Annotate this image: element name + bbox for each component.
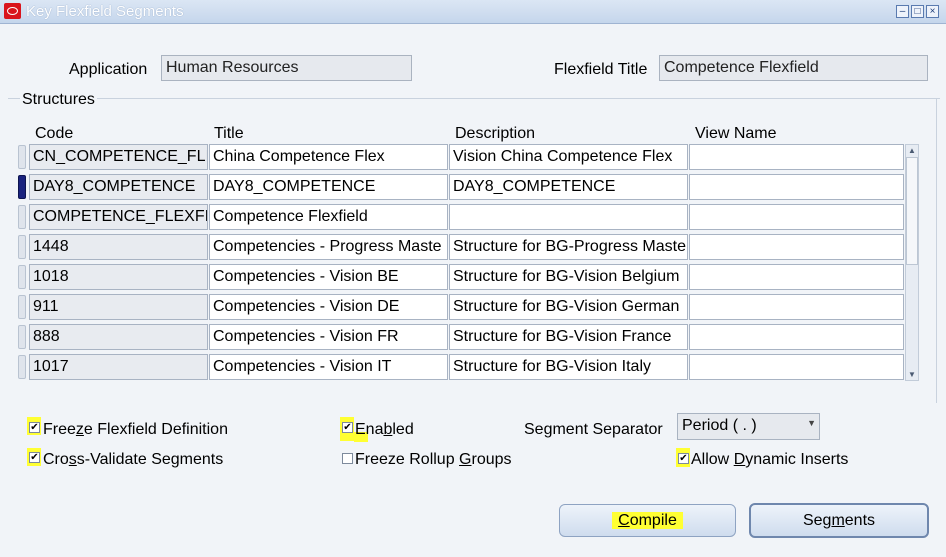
cross-validate-checkbox[interactable]: ✔ xyxy=(29,452,40,463)
cell-view-name[interactable] xyxy=(689,234,904,260)
freeze-rollup-label: Freeze Rollup Groups xyxy=(355,451,512,468)
segments-button-label: Segments xyxy=(802,512,876,529)
enabled-checkbox[interactable]: ✔ xyxy=(342,422,353,433)
cell-title[interactable]: Competence Flexfield xyxy=(209,204,448,230)
chevron-down-icon: ▼ xyxy=(807,418,816,428)
cell-description[interactable]: Structure for BG-Progress Maste xyxy=(449,234,688,260)
row-selector[interactable] xyxy=(18,175,26,199)
row-selector[interactable] xyxy=(18,145,26,169)
allow-dynamic-inserts-checkbox[interactable]: ✔ xyxy=(678,453,689,464)
cell-title[interactable]: Competencies - Vision IT xyxy=(209,354,448,380)
scroll-down-icon[interactable]: ▼ xyxy=(906,369,918,380)
enabled-label: Enabled xyxy=(355,421,414,438)
row-selector[interactable] xyxy=(18,325,26,349)
scroll-up-icon[interactable]: ▲ xyxy=(906,145,918,156)
cell-view-name[interactable] xyxy=(689,324,904,350)
allow-dynamic-inserts-label: Allow Dynamic Inserts xyxy=(691,451,849,468)
segments-button[interactable]: Segments xyxy=(749,503,929,538)
cell-code[interactable]: DAY8_COMPETENCE xyxy=(29,174,208,200)
window-title: Key Flexfield Segments xyxy=(26,3,184,20)
freeze-rollup-checkbox[interactable] xyxy=(342,453,353,464)
cell-view-name[interactable] xyxy=(689,204,904,230)
flexfield-title-field[interactable]: Competence Flexfield xyxy=(659,55,928,81)
column-header-description: Description xyxy=(455,125,536,142)
cell-code[interactable]: 1017 xyxy=(29,354,208,380)
oracle-logo-icon xyxy=(4,3,21,19)
application-label: Application xyxy=(69,61,148,78)
row-selector[interactable] xyxy=(18,235,26,259)
column-header-view-name: View Name xyxy=(695,125,777,142)
vertical-scrollbar[interactable]: ▲ ▼ xyxy=(905,144,919,381)
structures-group-border-right xyxy=(936,98,937,403)
cell-code[interactable]: 1018 xyxy=(29,264,208,290)
structures-group-label: Structures xyxy=(20,91,97,109)
segment-separator-value: Period ( . ) xyxy=(682,417,757,434)
cell-code[interactable]: 888 xyxy=(29,324,208,350)
freeze-definition-checkbox[interactable]: ✔ xyxy=(29,422,40,433)
compile-button[interactable]: Compile xyxy=(559,504,736,537)
application-field[interactable]: Human Resources xyxy=(161,55,412,81)
segment-separator-label: Segment Separator xyxy=(524,421,663,438)
cell-title[interactable]: Competencies - Progress Maste xyxy=(209,234,448,260)
cell-code[interactable]: CN_COMPETENCE_FLI xyxy=(29,144,208,170)
row-selector[interactable] xyxy=(18,295,26,319)
title-bar: Key Flexfield Segments – □ × xyxy=(0,0,946,24)
cell-title[interactable]: Competencies - Vision FR xyxy=(209,324,448,350)
cell-description[interactable]: Vision China Competence Flex xyxy=(449,144,688,170)
cell-title[interactable]: Competencies - Vision DE xyxy=(209,294,448,320)
cell-view-name[interactable] xyxy=(689,294,904,320)
freeze-definition-label: Freeze Flexfield Definition xyxy=(43,421,228,438)
cell-title[interactable]: DAY8_COMPETENCE xyxy=(209,174,448,200)
cross-validate-label: Cross-Validate Segments xyxy=(43,451,224,468)
cell-title[interactable]: China Competence Flex xyxy=(209,144,448,170)
cell-code[interactable]: 1448 xyxy=(29,234,208,260)
cell-view-name[interactable] xyxy=(689,264,904,290)
column-header-title: Title xyxy=(214,125,244,142)
cell-code[interactable]: COMPETENCE_FLEXFI xyxy=(29,204,208,230)
compile-button-label: Compile xyxy=(612,512,683,529)
close-icon[interactable]: × xyxy=(926,5,939,18)
cell-description[interactable]: Structure for BG-Vision Italy xyxy=(449,354,688,380)
cell-code[interactable]: 911 xyxy=(29,294,208,320)
row-selector[interactable] xyxy=(18,205,26,229)
cell-description[interactable] xyxy=(449,204,688,230)
cell-title[interactable]: Competencies - Vision BE xyxy=(209,264,448,290)
minimize-icon[interactable]: – xyxy=(896,5,909,18)
cell-description[interactable]: Structure for BG-Vision France xyxy=(449,324,688,350)
cell-description[interactable]: Structure for BG-Vision German xyxy=(449,294,688,320)
cell-description[interactable]: Structure for BG-Vision Belgium xyxy=(449,264,688,290)
structures-group-border xyxy=(8,98,940,99)
row-selector[interactable] xyxy=(18,355,26,379)
cell-view-name[interactable] xyxy=(689,354,904,380)
cell-view-name[interactable] xyxy=(689,144,904,170)
flexfield-title-label: Flexfield Title xyxy=(554,61,648,78)
cell-description[interactable]: DAY8_COMPETENCE xyxy=(449,174,688,200)
cell-view-name[interactable] xyxy=(689,174,904,200)
maximize-icon[interactable]: □ xyxy=(911,5,924,18)
row-selector[interactable] xyxy=(18,265,26,289)
scrollbar-thumb[interactable] xyxy=(906,157,918,265)
column-header-code: Code xyxy=(35,125,74,142)
segment-separator-select[interactable]: Period ( . ) ▼ xyxy=(677,413,820,440)
